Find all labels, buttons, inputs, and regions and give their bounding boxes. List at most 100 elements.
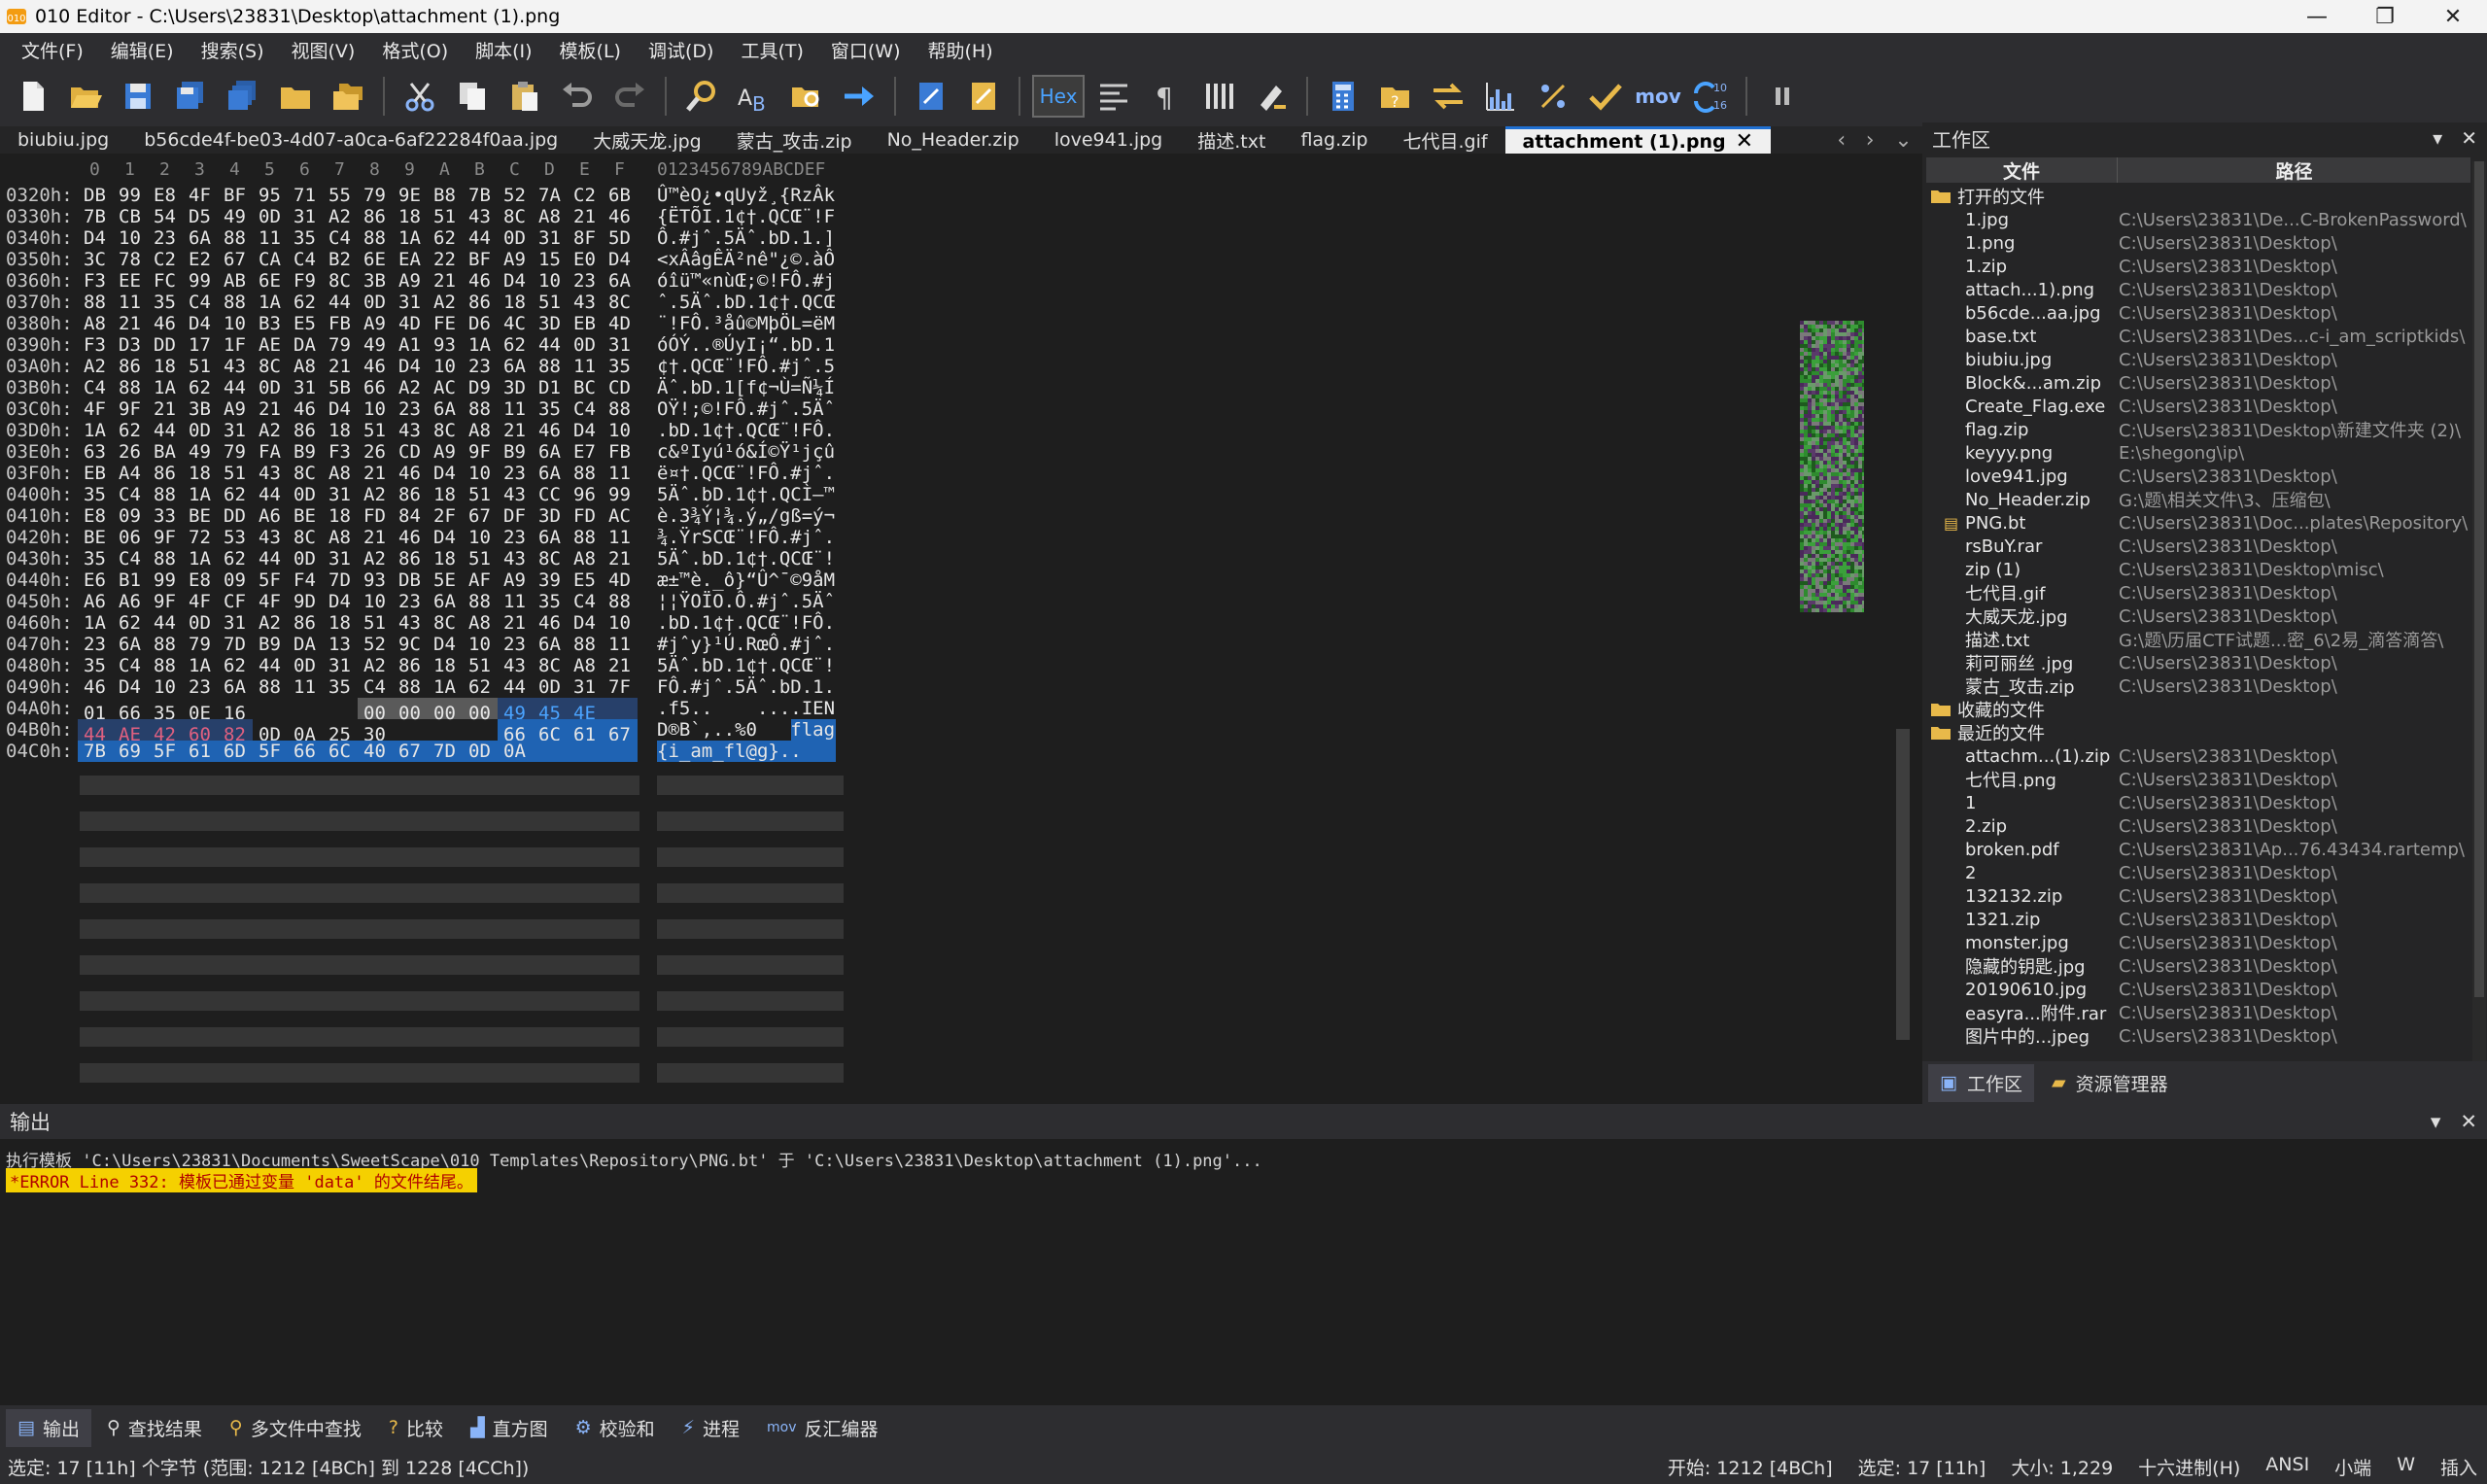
hex-byte[interactable]: C4 (571, 591, 606, 612)
hex-byte[interactable]: 62 (222, 655, 257, 676)
hex-byte[interactable]: A2 (327, 206, 362, 227)
hex-byte[interactable]: A2 (397, 377, 432, 398)
hex-byte[interactable]: 46 (466, 270, 501, 292)
hex-byte[interactable]: 43 (222, 356, 257, 377)
hex-byte[interactable]: 8C (327, 270, 362, 292)
hex-row[interactable]: 03B0h: C4 88 1A 62 44 0D 31 5B 66 A2 AC D9 3D D1 BC CD Äˆ… (0, 377, 875, 398)
hex-byte[interactable]: BE (292, 505, 327, 527)
hex-byte[interactable]: F3 (82, 270, 117, 292)
hex-byte[interactable]: A8 (82, 313, 117, 334)
hex-byte[interactable]: 88 (117, 377, 152, 398)
hex-byte[interactable]: DA (292, 634, 327, 655)
hex-byte[interactable]: 23 (187, 676, 222, 698)
tab-histogram[interactable]: ▟ 直方图 (459, 1409, 560, 1447)
hex-byte[interactable]: 71 (292, 185, 327, 206)
hex-byte[interactable]: 31 (327, 548, 362, 569)
hex-byte[interactable] (397, 719, 432, 741)
hex-byte[interactable]: 21 (606, 655, 641, 676)
hex-byte[interactable]: 49 (362, 334, 397, 356)
hex-byte[interactable]: 5D (606, 227, 641, 249)
ascii-text[interactable]: FÔ.#jˆ.5Äˆ.bD.1. (657, 676, 835, 698)
inspector-button[interactable]: ? (1372, 73, 1419, 120)
hex-byte[interactable]: A6 (82, 591, 117, 612)
hex-byte[interactable]: FE (432, 313, 466, 334)
menu-format[interactable]: 格式(O) (368, 37, 462, 63)
hex-byte[interactable]: 35 (82, 484, 117, 505)
hex-byte[interactable]: B2 (327, 249, 362, 270)
hex-byte[interactable]: 67 (222, 249, 257, 270)
hex-bytes[interactable]: A2 86 18 51 43 8C A8 21 46 D4 10 23 6A 88 11 35 (82, 356, 641, 377)
hex-byte[interactable]: DB (397, 569, 432, 591)
hex-byte[interactable]: 10 (362, 591, 397, 612)
hex-byte[interactable]: 88 (222, 227, 257, 249)
hex-byte[interactable]: C4 (117, 548, 152, 569)
hex-byte[interactable]: 7B (82, 206, 117, 227)
tab-miaoshu[interactable]: 描述.txt (1180, 126, 1283, 154)
hex-byte[interactable]: 10 (117, 227, 152, 249)
tab-love941[interactable]: love941.jpg (1037, 126, 1181, 154)
ascii-text[interactable]: Ô.#jˆ.5Äˆ.bD.1.] (657, 227, 835, 249)
hex-byte[interactable]: 18 (432, 655, 466, 676)
replace-button[interactable]: AB (731, 73, 777, 120)
hex-byte[interactable]: 8C (536, 548, 571, 569)
hex-byte[interactable]: 43 (501, 484, 536, 505)
ascii-text[interactable]: #jˆy}¹Ú.RœÔ.#jˆ. (657, 634, 835, 655)
hex-byte[interactable]: 2F (432, 505, 466, 527)
ascii-text[interactable]: óÓÝ..®ÚyI¡“.bD.1 (657, 334, 835, 356)
hex-byte[interactable]: 23 (501, 634, 536, 655)
hex-byte[interactable]: 44 (466, 227, 501, 249)
tab-b56cde4f[interactable]: b56cde4f-be03-4d07-a0ca-6af22284f0aa.jpg (126, 126, 575, 154)
hex-byte[interactable]: 21 (152, 398, 187, 420)
hex-byte[interactable]: 62 (187, 377, 222, 398)
hex-byte[interactable]: 88 (606, 591, 641, 612)
hex-byte[interactable]: 62 (432, 227, 466, 249)
hex-bytes[interactable]: 23 6A 88 79 7D B9 DA 13 52 9C D4 10 23 6A 88 11 (82, 634, 641, 655)
workspace-file-item[interactable]: b56cde...aa.jpg C:\Users\23831\Desktop\ (1926, 301, 2470, 325)
hex-byte[interactable]: 8C (292, 463, 327, 484)
hex-byte[interactable]: 7D (432, 741, 466, 762)
hex-byte[interactable]: 8C (501, 206, 536, 227)
ascii-text[interactable]: c&ºIyú¹ó&Í©Ÿ¹jçû (657, 441, 835, 463)
hex-bytes[interactable]: D4 10 23 6A 88 11 35 C4 88 1A 62 44 0D 31 8F 5D (82, 227, 641, 249)
hex-byte[interactable]: EB (571, 313, 606, 334)
hex-byte[interactable]: 88 (466, 398, 501, 420)
hex-bytes[interactable]: BE 06 9F 72 53 43 8C A8 21 46 D4 10 23 6A 88 11 (82, 527, 641, 548)
hex-byte[interactable]: 7D (222, 634, 257, 655)
hex-byte[interactable]: 7A (536, 185, 571, 206)
hex-byte[interactable]: 86 (397, 548, 432, 569)
hex-byte[interactable]: A9 (501, 249, 536, 270)
hex-byte[interactable]: D4 (397, 356, 432, 377)
hex-byte[interactable]: D4 (117, 676, 152, 698)
cut-button[interactable] (397, 73, 443, 120)
tab-qidaimu[interactable]: 七代目.gif (1385, 126, 1504, 154)
hex-byte[interactable]: F3 (82, 334, 117, 356)
hex-byte[interactable]: C2 (571, 185, 606, 206)
ascii-text[interactable]: ˆ.5Äˆ.bD.1¢†.QCŒ (657, 292, 835, 313)
hex-byte[interactable]: A2 (257, 612, 292, 634)
hex-byte[interactable]: D4 (432, 527, 466, 548)
hex-byte[interactable] (257, 698, 292, 719)
hex-byte[interactable]: 4D (397, 313, 432, 334)
hex-byte[interactable]: 10 (222, 313, 257, 334)
hex-byte[interactable]: AB (222, 270, 257, 292)
hex-byte[interactable]: 18 (432, 548, 466, 569)
hex-byte[interactable]: A8 (466, 420, 501, 441)
hex-byte[interactable]: 86 (152, 463, 187, 484)
hex-byte[interactable]: 95 (257, 185, 292, 206)
hex-row[interactable]: 0480h: 35 C4 88 1A 62 44 0D 31 A2 86 18 51 43 8C A8 21 5Ä… (0, 655, 875, 676)
workspace-file-item[interactable]: 1.zip C:\Users\23831\Desktop\ (1926, 255, 2470, 278)
hex-byte[interactable]: 6A (117, 634, 152, 655)
menu-file[interactable]: 文件(F) (8, 37, 97, 63)
hex-byte[interactable]: C4 (82, 377, 117, 398)
hex-byte[interactable]: 6A (536, 527, 571, 548)
hex-byte[interactable]: 51 (466, 655, 501, 676)
hex-byte[interactable]: 3C (82, 249, 117, 270)
hex-byte[interactable]: 6D (222, 741, 257, 762)
hex-byte[interactable]: 6E (362, 249, 397, 270)
hex-byte[interactable]: A9 (432, 441, 466, 463)
hex-byte[interactable]: BF (222, 185, 257, 206)
hex-byte[interactable]: CC (536, 484, 571, 505)
hex-byte[interactable]: 66 (362, 377, 397, 398)
ascii-text[interactable]: D®B`‚..%0 flag (657, 719, 835, 741)
hex-byte[interactable]: 11 (257, 227, 292, 249)
